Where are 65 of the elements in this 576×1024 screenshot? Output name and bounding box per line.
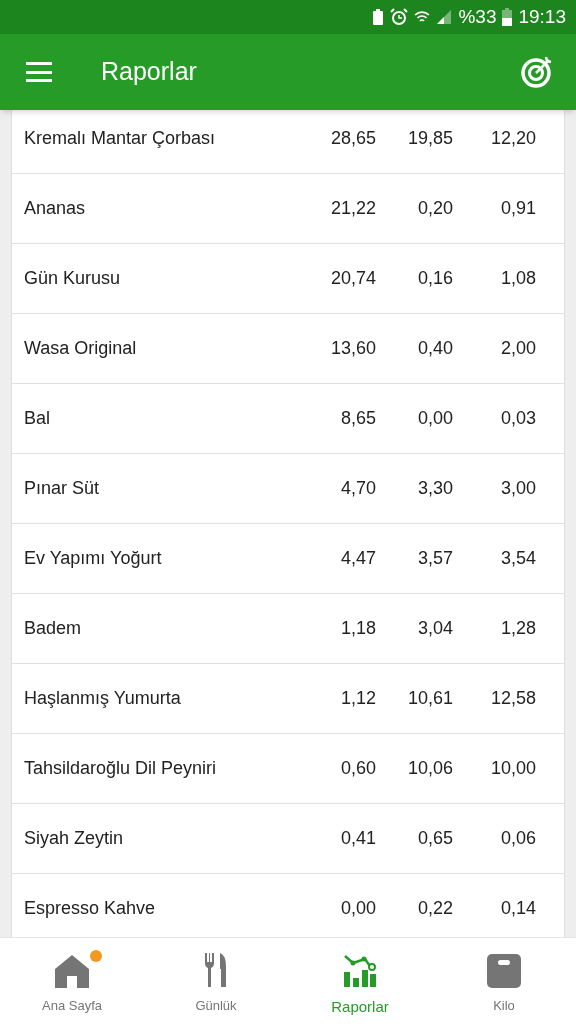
food-name: Tahsildaroğlu Dil Peyniri (24, 757, 218, 780)
table-cell-text: 12,20 (489, 127, 536, 150)
nav-tab[interactable]: Kilo (432, 938, 576, 1024)
table-cell-text: 4,70 (339, 477, 376, 500)
table-cell-text: 21,22 (329, 197, 376, 220)
target-icon[interactable] (520, 55, 554, 89)
battery-icon (502, 8, 513, 26)
table-cell-text: 3,04 (416, 617, 453, 640)
food-name: Wasa Original (24, 337, 138, 360)
table-cell-text: 0,65 (416, 827, 453, 850)
table-cell-text: 4,47 (339, 547, 376, 570)
scale-icon (487, 954, 521, 988)
table-cell-text: 0,91 (499, 197, 536, 220)
food-name: Haşlanmış Yumurta (24, 687, 182, 710)
table-cell-text: 13,60 (329, 337, 376, 360)
table-cell-text: 0,03 (499, 407, 536, 430)
app-title: Raporlar (101, 56, 197, 88)
food-name: Espresso Kahve (24, 897, 157, 920)
table-cell-text: 1,12 (339, 687, 376, 710)
table-cell-text: 19,85 (406, 127, 453, 150)
fork-knife-icon (204, 952, 228, 988)
table-cell-text: 12,58 (489, 687, 536, 710)
food-name: Siyah Zeytin (24, 827, 125, 850)
table-cell-text: 0,60 (339, 757, 376, 780)
table-cell-text: 3,54 (499, 547, 536, 570)
table-cell-text: 3,57 (416, 547, 453, 570)
table-cell-text: 1,18 (339, 617, 376, 640)
table-cell-text: 0,40 (416, 337, 453, 360)
table-cell-text: 3,00 (499, 477, 536, 500)
table-cell-text: 0,00 (416, 407, 453, 430)
table-cell-text: 0,20 (416, 197, 453, 220)
table-cell-text: 10,06 (406, 757, 453, 780)
table-cell-text: 0,06 (499, 827, 536, 850)
food-name: Bal (24, 407, 51, 430)
table-cell-text: 0,41 (339, 827, 376, 850)
menu-icon[interactable] (26, 62, 52, 82)
table-cell-text: 20,74 (329, 267, 376, 290)
battery-percent: %33 (458, 4, 497, 29)
food-name: Ev Yapımı Yoğurt (24, 547, 163, 570)
table-cell-text: 8,65 (339, 407, 376, 430)
table-cell-text: 0,00 (339, 897, 376, 920)
alarm-icon (390, 8, 409, 26)
table-cell-text: 0,16 (416, 267, 453, 290)
food-name: Kremalı Mantar Çorbası (24, 127, 217, 150)
food-name: Badem (24, 617, 83, 640)
nav-tab[interactable]: Günlük (144, 938, 288, 1024)
table-cell-text: 1,28 (499, 617, 536, 640)
signal-icon (436, 9, 453, 25)
table-cell-text: 0,22 (416, 897, 453, 920)
nav-tab[interactable]: Ana Sayfa (0, 938, 144, 1024)
food-name: Ananas (24, 197, 87, 220)
table-cell-text: 10,61 (406, 687, 453, 710)
home-icon (54, 954, 90, 988)
food-name: Pınar Süt (24, 477, 101, 500)
clock-time: 19:13 (518, 4, 566, 29)
table-cell-text: 0,14 (499, 897, 536, 920)
chart-icon (343, 954, 377, 988)
battery-saver-icon (372, 9, 385, 25)
table-cell-text: 3,30 (416, 477, 453, 500)
table-cell-text: 2,00 (499, 337, 536, 360)
table-cell-text: 1,08 (499, 267, 536, 290)
table-cell-text: 28,65 (329, 127, 376, 150)
table-cell-text: 10,00 (489, 757, 536, 780)
nav-tab[interactable]: Raporlar (288, 938, 432, 1024)
food-name: Gün Kurusu (24, 267, 122, 290)
